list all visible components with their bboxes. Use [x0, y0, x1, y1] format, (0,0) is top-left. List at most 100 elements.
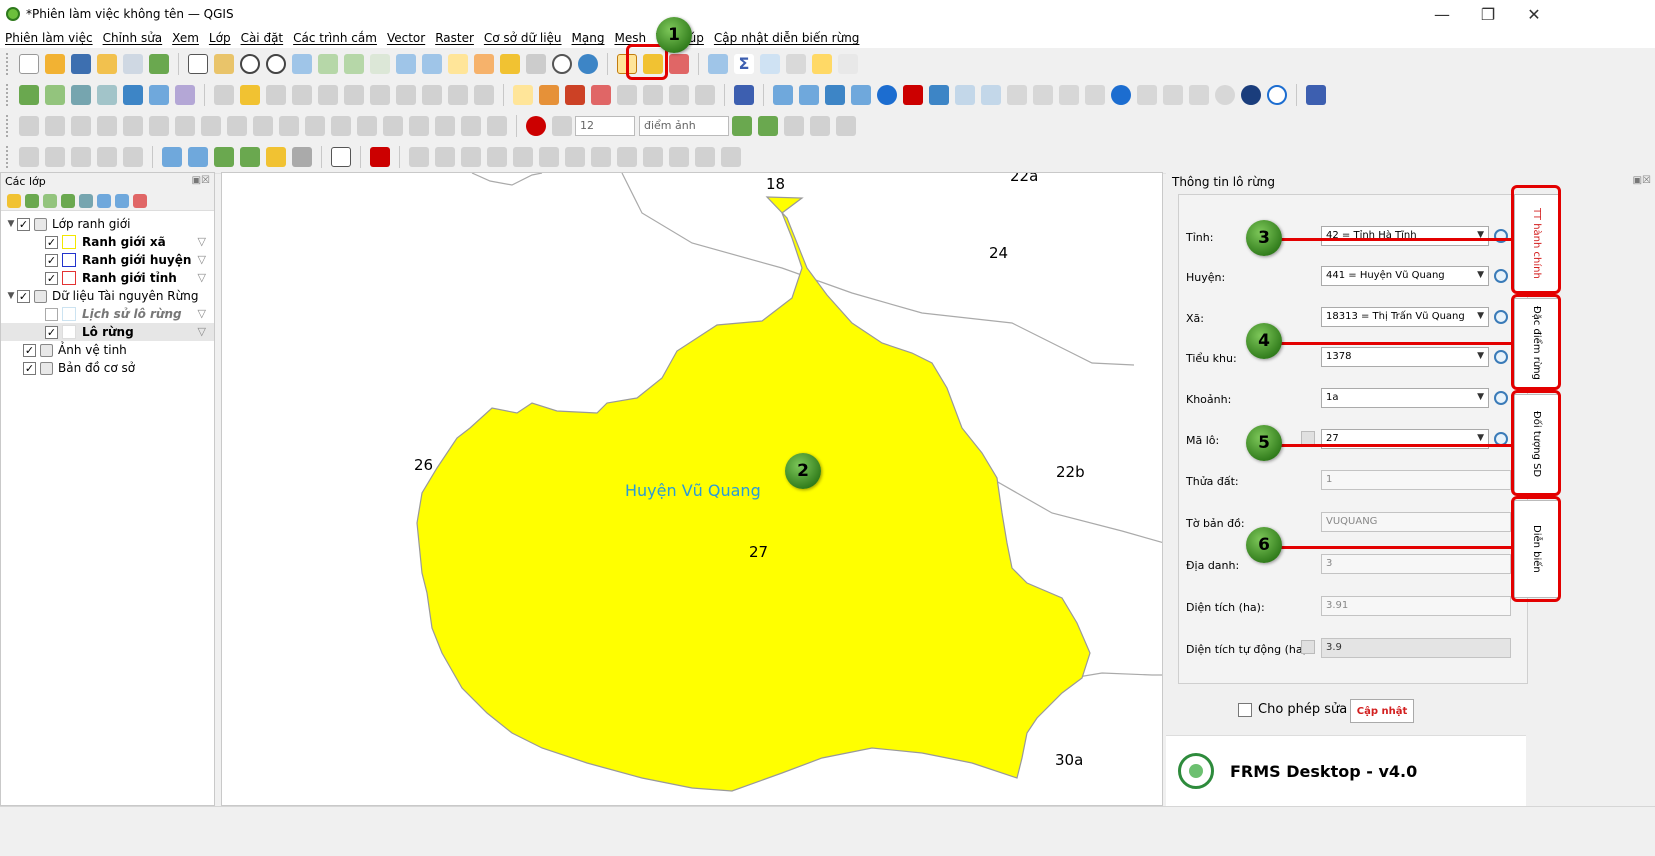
layer-checkbox[interactable]: ✓	[17, 289, 30, 303]
layer-checkbox[interactable]: ✓	[45, 271, 58, 285]
collapse-arrow-icon[interactable]: ▼	[5, 219, 17, 229]
map-sheet-field[interactable]: VUQUANG	[1321, 512, 1511, 532]
collapse-all-icon[interactable]	[115, 193, 129, 208]
zoom-next-icon[interactable]	[422, 54, 442, 74]
layer-group-basemap[interactable]: ✓ Bản đồ cơ sở	[1, 359, 214, 377]
layer-checkbox[interactable]: ✓	[45, 325, 58, 339]
add-wfs-icon[interactable]	[149, 85, 169, 105]
offset-point-icon[interactable]	[461, 116, 481, 136]
edit-pencil-icon[interactable]	[1301, 431, 1315, 445]
self-snapping-icon[interactable]	[810, 116, 830, 136]
search-icon[interactable]	[1494, 310, 1508, 324]
filter-funnel-icon[interactable]: ▽	[198, 271, 206, 284]
add-rectangle-icon[interactable]	[97, 147, 117, 167]
search-icon[interactable]	[1494, 350, 1508, 364]
menu-mesh[interactable]: Mesh	[609, 31, 651, 45]
offset-curve-icon[interactable]	[305, 116, 325, 136]
map-canvas[interactable]: 18 22a 24 26 22b 27 30a Huyện Vũ Quang	[221, 172, 1163, 806]
menu-project[interactable]: Phiên làm việc	[0, 31, 98, 45]
text-box-icon[interactable]	[331, 147, 351, 167]
copy-features-icon[interactable]	[396, 85, 416, 105]
land-parcel-field[interactable]: 1	[1321, 470, 1511, 490]
auto-area-field[interactable]: 3.9	[1321, 638, 1511, 658]
layer-forest-history[interactable]: Lịch sử lô rừng ▽	[1, 305, 214, 323]
add-ring-icon[interactable]	[149, 116, 169, 136]
show-bookmarks-icon[interactable]	[526, 54, 546, 74]
new-print-layout-icon[interactable]	[97, 54, 117, 74]
vertex-editor-icon[interactable]	[409, 147, 429, 167]
snapping-type-icon[interactable]	[552, 116, 572, 136]
style-manager-icon[interactable]	[149, 54, 169, 74]
reshape-icon[interactable]	[279, 116, 299, 136]
maximize-button[interactable]: ❐	[1465, 0, 1511, 28]
filter-funnel-icon[interactable]: ▽	[198, 253, 206, 266]
allow-edit-checkbox[interactable]	[1238, 702, 1252, 717]
layer-commune-boundary[interactable]: ✓ Ranh giới xã ▽	[1, 233, 214, 251]
province-select[interactable]: 42 = Tỉnh Hà Tĩnh ▼	[1321, 226, 1489, 246]
tag-icon[interactable]	[1059, 85, 1079, 105]
new-3d-view-icon[interactable]	[474, 54, 494, 74]
layer-checkbox[interactable]: ✓	[45, 253, 58, 267]
reverse-line-icon[interactable]	[435, 147, 455, 167]
bookmark-icon[interactable]	[500, 54, 520, 74]
p-circle-icon[interactable]	[1267, 85, 1287, 105]
expand-all-icon[interactable]	[97, 193, 111, 208]
layer-checkbox[interactable]: ✓	[45, 235, 58, 249]
layer-province-boundary[interactable]: ✓ Ranh giới tỉnh ▽	[1, 269, 214, 287]
adv-digitize-icon[interactable]	[513, 147, 533, 167]
current-edits-icon[interactable]	[214, 85, 234, 105]
copyright-icon[interactable]	[1241, 85, 1261, 105]
pan-to-selection-icon[interactable]	[214, 54, 234, 74]
new-project-icon[interactable]	[19, 54, 39, 74]
menu-plugins[interactable]: Các trình cắm	[288, 31, 382, 45]
avoid-overlap-icon[interactable]	[784, 116, 804, 136]
undo-icon[interactable]	[448, 85, 468, 105]
paste-features-icon[interactable]	[422, 85, 442, 105]
panel-float-close-icon[interactable]: ▣☒	[192, 175, 210, 189]
new-map-view-icon[interactable]	[448, 54, 468, 74]
label-settings-icon[interactable]	[162, 147, 182, 167]
info-icon[interactable]	[877, 85, 897, 105]
shape-digitizing-icon[interactable]	[19, 147, 39, 167]
union-icon[interactable]	[669, 147, 689, 167]
simplify-icon[interactable]	[123, 116, 143, 136]
save-project-icon[interactable]	[71, 54, 91, 74]
zoom-out-icon[interactable]	[266, 54, 286, 74]
add-spatialite-icon[interactable]	[175, 85, 195, 105]
change-label-icon[interactable]	[669, 85, 689, 105]
location-icon[interactable]	[1111, 85, 1131, 105]
menu-update-forest-change[interactable]: Cập nhật diễn biến rừng	[709, 31, 865, 45]
zoom-in-icon[interactable]	[240, 54, 260, 74]
zoom-last-icon[interactable]	[396, 54, 416, 74]
refresh-icon[interactable]	[578, 54, 598, 74]
subzone-select[interactable]: 1378 ▼	[1321, 347, 1489, 367]
node-tool-icon[interactable]	[487, 147, 507, 167]
zoom-layer-icon[interactable]	[344, 54, 364, 74]
rotate-point-symbol-icon[interactable]	[435, 116, 455, 136]
layer-group-forest-data[interactable]: ▼ ✓ Dữ liệu Tài nguyên Rừng	[1, 287, 214, 305]
snapping-options-icon[interactable]	[836, 116, 856, 136]
identify-features-icon[interactable]	[708, 54, 728, 74]
locator-search-icon[interactable]	[838, 54, 858, 74]
back-arrow-icon[interactable]	[955, 85, 975, 105]
layer-checkbox[interactable]: ✓	[23, 343, 36, 357]
add-feature-icon[interactable]	[292, 85, 312, 105]
temporal-controller-icon[interactable]	[552, 54, 572, 74]
image-icon[interactable]	[1189, 85, 1209, 105]
open-layer-styling-icon[interactable]	[7, 193, 21, 208]
layer-group-satellite[interactable]: ✓ Ảnh vệ tinh	[1, 341, 214, 359]
statistics-sigma-icon[interactable]: Σ	[734, 54, 754, 74]
layer-checkbox[interactable]: ✓	[17, 217, 30, 231]
compartment-select[interactable]: 1a ▼	[1321, 388, 1489, 408]
select-polygon-icon[interactable]	[214, 147, 234, 167]
open-folder-icon[interactable]	[1085, 85, 1105, 105]
add-raster-layer-icon[interactable]	[71, 85, 91, 105]
move-feature-icon[interactable]	[71, 116, 91, 136]
commune-select[interactable]: 18313 = Thị Trấn Vũ Quang ▼	[1321, 307, 1489, 327]
vertex-tool-icon[interactable]	[318, 85, 338, 105]
close-button[interactable]: ✕	[1511, 0, 1557, 28]
menu-settings[interactable]: Cài đặt	[236, 31, 289, 45]
menu-view[interactable]: Xem	[167, 31, 204, 45]
tracing-icon[interactable]	[732, 116, 752, 136]
delete-part-icon[interactable]	[253, 116, 273, 136]
